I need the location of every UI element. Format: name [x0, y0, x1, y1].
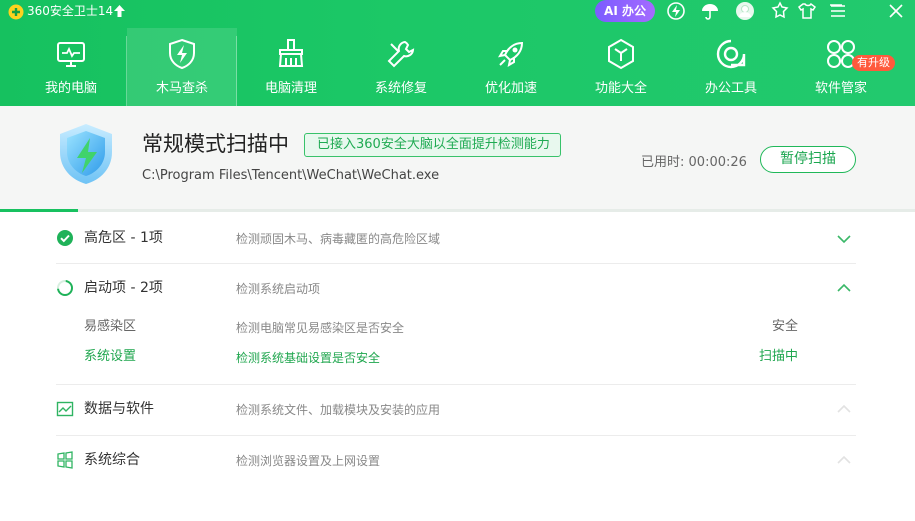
skin-icon[interactable] [770, 1, 790, 21]
title-bar: 360安全卫士14 AI 办公 [0, 0, 915, 24]
elapsed-time: 已用时: 00:00:26 [641, 151, 747, 170]
chevron-up-icon[interactable] [836, 403, 852, 415]
close-icon[interactable] [886, 1, 906, 21]
pause-scan-button[interactable]: 暂停扫描 [760, 146, 856, 173]
nav-item-my-computer[interactable]: 我的电脑 [16, 28, 126, 106]
wrench-icon [385, 38, 417, 70]
category-description: 检测系统文件、加载模块及安装的应用 [236, 403, 441, 417]
lightning-icon[interactable] [666, 1, 686, 21]
upgrade-badge: 有升级 [852, 55, 895, 71]
cube-icon [605, 38, 637, 70]
scan-status-panel: 常规模式扫描中 已接入360安全大脑以全面提升检测能力 C:\Program F… [0, 106, 915, 212]
computer-icon [55, 38, 87, 70]
chevron-down-icon[interactable] [836, 233, 852, 245]
sub-item-name: 系统设置 [84, 349, 137, 364]
category-description: 检测浏览器设置及上网设置 [236, 454, 381, 468]
ai-office-button[interactable]: AI 办公 [595, 0, 655, 22]
category-name: 启动项 - 2项 [84, 280, 163, 296]
app-title: 360安全卫士14 [27, 4, 114, 18]
nav-item-office-tools[interactable]: 办公工具 [676, 28, 786, 106]
umbrella-icon[interactable] [700, 1, 720, 21]
nav-label: 优化加速 [484, 81, 537, 96]
category-row-system-overall[interactable]: 系统综合 检测浏览器设置及上网设置 [56, 451, 856, 471]
elapsed-label: 已用时: [641, 155, 685, 170]
user-avatar-icon[interactable] [735, 1, 755, 21]
sub-item-system-settings: 系统设置 检测系统基础设置是否安全 扫描中 [84, 349, 804, 367]
category-row-high-risk[interactable]: 高危区 - 1项 检测顽固木马、病毒藏匿的高危险区域 [56, 229, 856, 249]
sub-item-status: 扫描中 [758, 349, 798, 364]
sub-item-description: 检测系统基础设置是否安全 [236, 351, 381, 365]
nav-item-cleanup[interactable]: 电脑清理 [236, 28, 346, 106]
nav-label: 功能大全 [594, 81, 647, 96]
upgrade-arrow-icon[interactable] [114, 5, 125, 17]
nav-item-all-features[interactable]: 功能大全 [566, 28, 676, 106]
sub-item-status: 安全 [771, 319, 798, 334]
app-header: 360安全卫士14 AI 办公 我的电脑 木马查杀 电脑清理 系统修复 优化加速… [0, 0, 915, 106]
category-name: 高危区 - 1项 [84, 230, 163, 246]
app-logo-icon [8, 4, 24, 20]
category-description: 检测顽固木马、病毒藏匿的高危险区域 [236, 232, 441, 246]
nav-item-trojan-scan[interactable]: 木马查杀 [127, 28, 237, 106]
chevron-up-icon[interactable] [836, 282, 852, 294]
shield-lightning-icon [166, 38, 198, 70]
nav-label: 木马查杀 [155, 81, 208, 96]
category-row-startup[interactable]: 启动项 - 2项 检测系统启动项 [56, 279, 856, 299]
current-scan-path: C:\Program Files\Tencent\WeChat\WeChat.e… [142, 168, 440, 183]
row-divider [56, 263, 856, 264]
category-name: 系统综合 [84, 452, 140, 468]
nav-label: 办公工具 [704, 81, 757, 96]
nav-label: 我的电脑 [44, 81, 97, 96]
category-row-data-software[interactable]: 数据与软件 检测系统文件、加载模块及安装的应用 [56, 400, 856, 420]
sub-item-description: 检测电脑常见易感染区是否安全 [236, 321, 405, 335]
elapsed-value: 00:00:26 [688, 155, 747, 170]
nav-label: 电脑清理 [264, 81, 317, 96]
windows-icon [57, 451, 73, 469]
sub-item-name: 易感染区 [84, 319, 137, 334]
nav-item-repair[interactable]: 系统修复 [346, 28, 456, 106]
sub-item-infection-area: 易感染区 检测电脑常见易感染区是否安全 安全 [84, 319, 804, 337]
nav-label: 系统修复 [374, 81, 427, 96]
menu-icon[interactable] [828, 1, 848, 21]
scan-category-list: 高危区 - 1项 检测顽固木马、病毒藏匿的高危险区域 启动项 - 2项 检测系统… [0, 212, 915, 521]
category-name: 数据与软件 [84, 401, 154, 417]
row-divider [56, 435, 856, 436]
data-chart-icon [56, 401, 74, 417]
office-icon [715, 38, 747, 70]
shield-lightning-icon [60, 124, 112, 184]
spinner-icon [57, 280, 73, 296]
nav-item-speedup[interactable]: 优化加速 [456, 28, 566, 106]
main-nav: 我的电脑 木马查杀 电脑清理 系统修复 优化加速 功能大全 办公工具 软件管家 … [16, 28, 915, 106]
rocket-icon [495, 38, 527, 70]
check-circle-icon [57, 230, 73, 246]
category-description: 检测系统启动项 [236, 282, 321, 296]
security-brain-tag: 已接入360安全大脑以全面提升检测能力 [304, 133, 561, 157]
shirt-icon[interactable] [797, 1, 817, 21]
nav-label: 软件管家 [814, 81, 867, 96]
broom-icon [275, 38, 307, 70]
row-divider [56, 384, 856, 385]
chevron-up-icon[interactable] [836, 454, 852, 466]
scan-title: 常规模式扫描中 [142, 132, 289, 156]
